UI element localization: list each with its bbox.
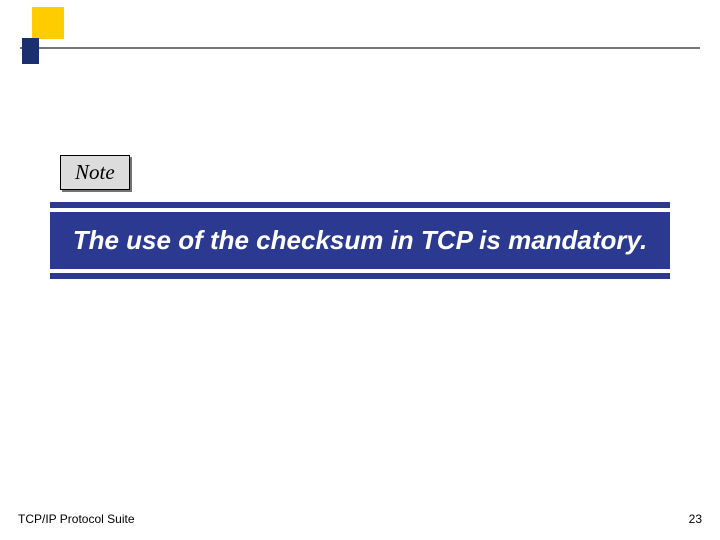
banner-top-bar xyxy=(50,202,670,208)
slide: Note The use of the checksum in TCP is m… xyxy=(0,0,720,540)
main-banner: The use of the checksum in TCP is mandat… xyxy=(50,202,670,279)
page-number: 23 xyxy=(689,512,702,526)
divider-line xyxy=(20,47,700,49)
footer-source: TCP/IP Protocol Suite xyxy=(18,512,135,526)
banner-bottom-bar xyxy=(50,273,670,279)
banner-text: The use of the checksum in TCP is mandat… xyxy=(60,224,660,257)
note-box: Note xyxy=(60,155,130,190)
decor-navy-square xyxy=(22,38,39,64)
banner-body: The use of the checksum in TCP is mandat… xyxy=(50,212,670,269)
note-label: Note xyxy=(75,160,115,184)
decor-yellow-square xyxy=(32,7,64,39)
